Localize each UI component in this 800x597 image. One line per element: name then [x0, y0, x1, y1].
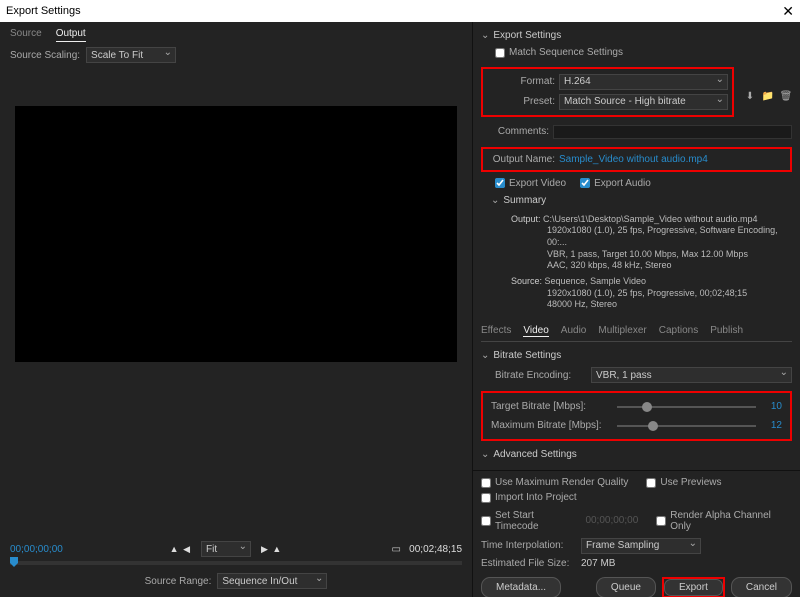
playhead[interactable] [10, 557, 18, 567]
max-bitrate-slider[interactable] [617, 425, 756, 427]
bitrate-header[interactable]: Bitrate Settings [481, 346, 792, 365]
metadata-button[interactable]: Metadata... [481, 577, 561, 597]
time-interp-dropdown[interactable]: Frame Sampling [581, 538, 701, 554]
output-name-link[interactable]: Sample_Video without audio.mp4 [559, 154, 708, 165]
set-start-tc-checkbox[interactable]: Set Start Timecode 00;00;00;00 [481, 510, 638, 532]
tab-audio[interactable]: Audio [561, 325, 587, 337]
tab-captions[interactable]: Captions [659, 325, 698, 337]
summary-block: Output: C:\Users\1\Desktop\Sample_Video … [481, 210, 792, 316]
settings-panel: Export Settings Match Sequence Settings … [473, 22, 800, 597]
output-name-label: Output Name: [487, 154, 555, 165]
max-quality-checkbox[interactable]: Use Maximum Render Quality [481, 477, 628, 488]
source-scaling-dropdown[interactable]: Scale To Fit [86, 47, 176, 63]
use-previews-checkbox[interactable]: Use Previews [646, 477, 721, 488]
export-video-checkbox[interactable]: Export Video [495, 178, 566, 189]
aspect-ratio-icon[interactable]: ▭ [389, 542, 403, 556]
format-dropdown[interactable]: H.264 [559, 74, 728, 90]
import-preset-icon[interactable]: 📁 [762, 91, 774, 103]
timeline-track[interactable] [10, 561, 462, 565]
step-back-icon[interactable]: ▲ ◀ [170, 544, 191, 555]
render-alpha-checkbox[interactable]: Render Alpha Channel Only [656, 510, 792, 532]
queue-button[interactable]: Queue [596, 577, 656, 597]
tab-output[interactable]: Output [56, 28, 86, 42]
preview-panel: Source Output Source Scaling: Scale To F… [0, 22, 473, 597]
summary-header[interactable]: Summary [481, 191, 792, 210]
preset-label: Preset: [487, 96, 555, 107]
est-size-value: 207 MB [581, 558, 615, 569]
target-bitrate-label: Target Bitrate [Mbps]: [491, 401, 611, 412]
export-audio-checkbox[interactable]: Export Audio [580, 178, 651, 189]
delete-preset-icon[interactable]: 🗑 [780, 91, 792, 103]
max-bitrate-label: Maximum Bitrate [Mbps]: [491, 420, 611, 431]
format-label: Format: [487, 76, 555, 87]
tab-source[interactable]: Source [10, 28, 42, 42]
tab-multiplexer[interactable]: Multiplexer [598, 325, 646, 337]
title-bar: Export Settings ✕ [0, 0, 800, 22]
est-size-label: Estimated File Size: [481, 558, 577, 569]
export-button[interactable]: Export [664, 579, 723, 596]
source-range-dropdown[interactable]: Sequence In/Out [217, 573, 327, 589]
video-preview [15, 106, 457, 362]
close-icon[interactable]: ✕ [782, 3, 794, 20]
comments-input[interactable] [553, 125, 792, 139]
window-title: Export Settings [6, 5, 81, 17]
source-scaling-label: Source Scaling: [10, 50, 80, 61]
zoom-fit-dropdown[interactable]: Fit [201, 541, 251, 557]
bitrate-encoding-label: Bitrate Encoding: [495, 370, 587, 381]
source-range-label: Source Range: [145, 576, 212, 587]
tab-publish[interactable]: Publish [710, 325, 743, 337]
tab-video[interactable]: Video [523, 325, 548, 337]
timecode-start[interactable]: 00;00;00;00 [10, 544, 63, 555]
step-fwd-icon[interactable]: ▶ ▲ [261, 544, 282, 555]
comments-label: Comments: [481, 126, 549, 137]
save-preset-icon[interactable]: ⬇ [744, 91, 756, 103]
time-interp-label: Time Interpolation: [481, 540, 577, 551]
target-bitrate-slider[interactable] [617, 406, 756, 408]
match-sequence-checkbox[interactable]: Match Sequence Settings [495, 47, 623, 58]
preset-dropdown[interactable]: Match Source - High bitrate [559, 94, 728, 110]
tab-effects[interactable]: Effects [481, 325, 511, 337]
timecode-end: 00;02;48;15 [409, 544, 462, 555]
export-settings-header[interactable]: Export Settings [481, 26, 792, 45]
cancel-button[interactable]: Cancel [731, 577, 792, 597]
bitrate-encoding-dropdown[interactable]: VBR, 1 pass [591, 367, 792, 383]
import-project-checkbox[interactable]: Import Into Project [481, 492, 577, 503]
advanced-header[interactable]: Advanced Settings [481, 445, 792, 464]
max-bitrate-value[interactable]: 12 [762, 420, 782, 431]
target-bitrate-value[interactable]: 10 [762, 401, 782, 412]
